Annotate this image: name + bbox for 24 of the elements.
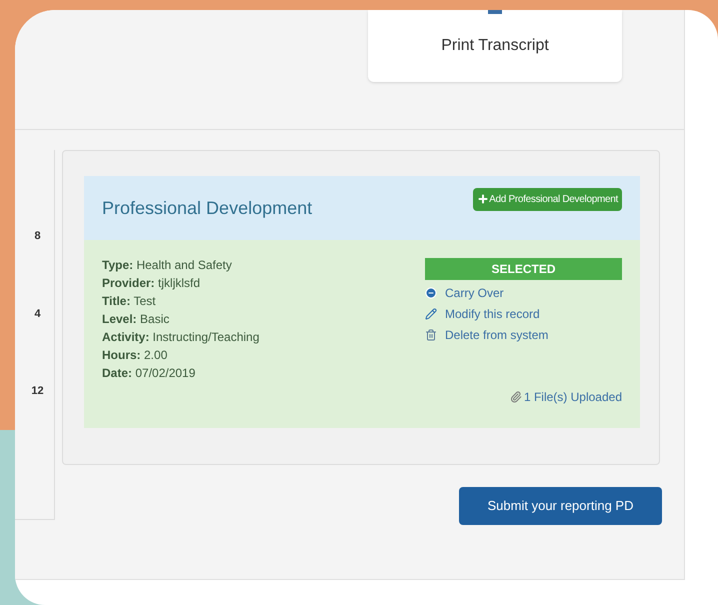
record-field: Hours: 2.00	[102, 348, 260, 362]
submit-button[interactable]: Submit your reporting PD	[459, 487, 662, 525]
record-action-link[interactable]: Carry Over	[425, 284, 622, 302]
pencil-icon	[425, 308, 437, 320]
trash-icon	[425, 329, 437, 341]
record-action-link[interactable]: Delete from system	[425, 326, 622, 344]
files-uploaded-label: 1 File(s) Uploaded	[510, 388, 622, 406]
minus-circle-icon	[425, 287, 437, 299]
record-field: Date: 07/02/2019	[102, 366, 260, 380]
record-field: Provider: tjkljklsfd	[102, 276, 260, 290]
plus-icon	[477, 193, 490, 205]
add-development-button[interactable]: Add Professional Development	[473, 188, 622, 210]
paperclip-icon	[510, 391, 522, 403]
record-action-link[interactable]: Modify this record	[425, 305, 622, 323]
record-field: Activity: Instructing/Teaching	[102, 330, 260, 344]
record-field: Type: Health and Safety	[102, 258, 260, 272]
record-field: Title: Test	[102, 294, 260, 308]
print-transcript-button[interactable]: Print Transcript	[441, 34, 549, 58]
hours-number: 8	[34, 229, 41, 244]
panel-title: Professional Development	[102, 196, 312, 220]
hours-number: 12	[31, 384, 44, 399]
selected-status-label: SELECTED	[425, 258, 622, 280]
record-field: Level: Basic	[102, 312, 260, 326]
hours-number: 4	[34, 306, 41, 322]
